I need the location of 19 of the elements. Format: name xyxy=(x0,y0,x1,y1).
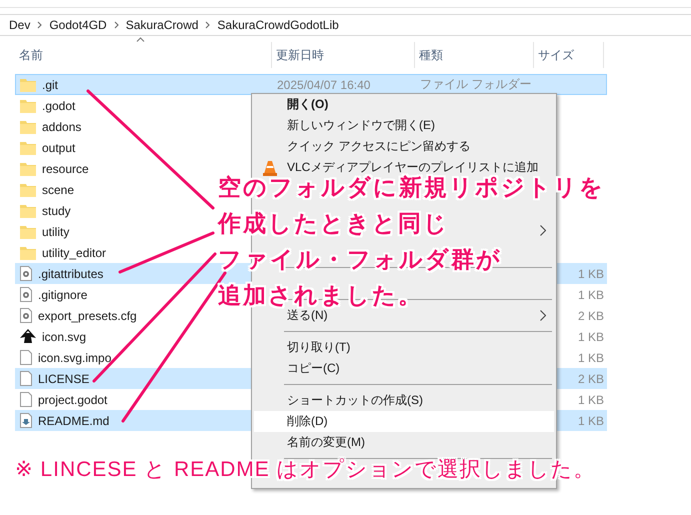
file-size: 1 KB xyxy=(578,392,604,406)
file-size: 1 KB xyxy=(578,330,604,344)
annotation-text: ファイル・フォルダ群が xyxy=(218,248,502,271)
file-size: 2 KB xyxy=(578,308,604,322)
file-name: .gitattributes xyxy=(38,266,104,280)
file-name: LICENSE xyxy=(38,372,90,386)
file-size: 2 KB xyxy=(578,372,604,386)
file-size: 1 KB xyxy=(578,350,604,364)
annotation-text: 空のフォルダに新規リポジトリを xyxy=(218,176,605,199)
note-text: ※ LINCESE と README はオプションで選択しました。 xyxy=(15,458,596,481)
file-name: README.md xyxy=(38,414,110,428)
modified-date: 2025/04/07 16:40 xyxy=(276,78,372,92)
file-size: 1 KB xyxy=(578,266,604,280)
file-size: 1 KB xyxy=(578,288,604,302)
file-name: .git xyxy=(42,78,58,92)
annotation-text: 作成したときと同じ xyxy=(218,212,449,235)
annotation-text: 追加されました。 xyxy=(218,284,423,307)
file-size: 1 KB xyxy=(578,414,604,428)
file-type: ファイル フォルダー xyxy=(419,76,532,93)
